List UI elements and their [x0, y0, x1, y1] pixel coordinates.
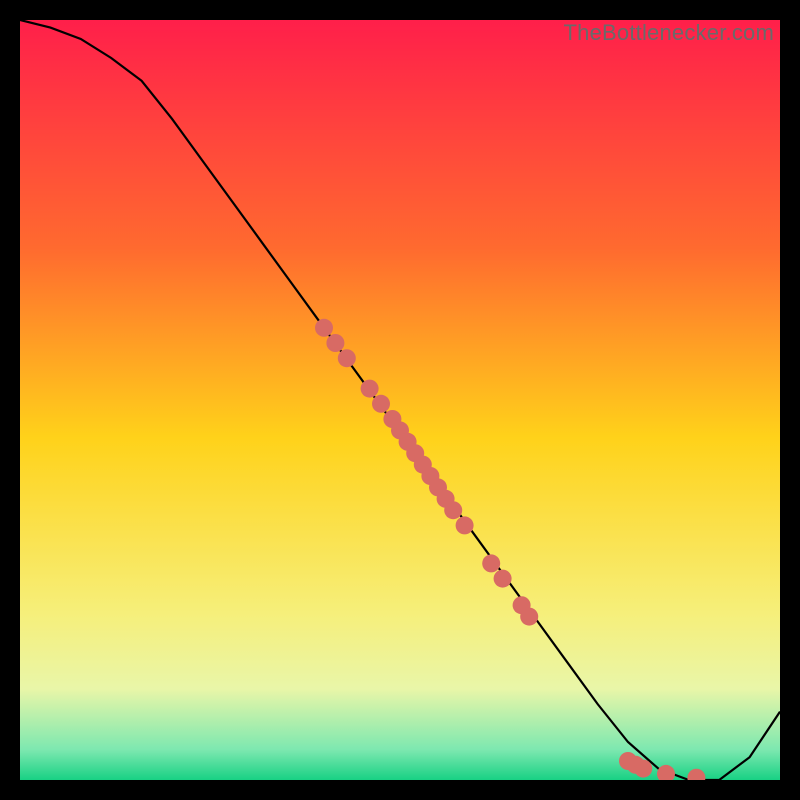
chart-frame: TheBottlenecker.com: [20, 20, 780, 780]
bottleneck-chart: [20, 20, 780, 780]
sample-point: [494, 570, 512, 588]
watermark-text: TheBottlenecker.com: [564, 20, 774, 46]
sample-point: [338, 349, 356, 367]
sample-point: [482, 554, 500, 572]
sample-point: [326, 334, 344, 352]
gradient-background: [20, 20, 780, 780]
sample-point: [634, 760, 652, 778]
sample-point: [372, 395, 390, 413]
sample-point: [361, 380, 379, 398]
sample-point: [456, 516, 474, 534]
sample-point: [444, 501, 462, 519]
sample-point: [520, 608, 538, 626]
sample-point: [315, 319, 333, 337]
